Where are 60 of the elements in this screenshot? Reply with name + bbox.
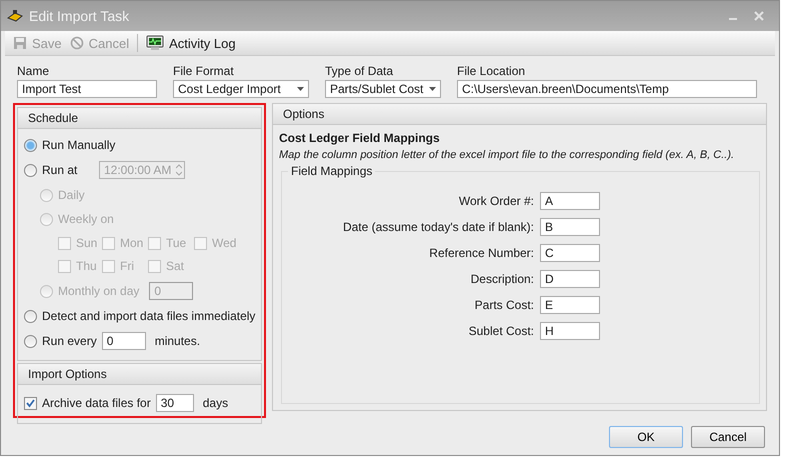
field-label: Parts Cost: <box>474 298 534 312</box>
input-field[interactable]: B <box>540 218 600 236</box>
option-label: Archive data files for <box>42 396 151 410</box>
field-label: File Location <box>457 64 526 78</box>
app-icon <box>7 9 23 23</box>
checkbox[interactable] <box>24 396 37 410</box>
dialog-button[interactable]: OK <box>609 426 683 448</box>
field-label: File Format <box>173 64 235 78</box>
field-label: Name <box>17 64 50 78</box>
window-title: Edit Import Task <box>29 8 130 24</box>
panel-header: Import Options <box>18 364 261 385</box>
section-heading: Cost Ledger Field Mappings <box>278 130 441 145</box>
panel-header: Options <box>273 104 766 125</box>
input-field[interactable]: C:\Users\evan.breen\Documents\Temp <box>457 80 757 98</box>
input-field[interactable]: Import Test <box>17 80 157 98</box>
input-field[interactable]: A <box>540 192 600 210</box>
cancel-icon <box>70 36 84 50</box>
day-label: Thu <box>76 259 97 273</box>
radio-button[interactable] <box>24 138 37 152</box>
dropdown[interactable]: Parts/Sublet Cost <box>325 80 441 98</box>
input-field[interactable]: H <box>540 322 600 340</box>
option-label: Detect and import data files immediately <box>42 309 256 323</box>
number-field[interactable]: 30 <box>156 394 194 412</box>
number-field[interactable]: 0 <box>102 332 146 350</box>
spinner-icon <box>176 164 182 176</box>
panel-header: Schedule <box>18 108 261 129</box>
group-title: Field Mappings <box>288 164 376 178</box>
monitor-icon <box>146 35 164 51</box>
day-label: Wed <box>212 236 236 250</box>
radio-button[interactable] <box>24 164 37 176</box>
field-label: Description: <box>470 272 534 286</box>
option-label: Run every <box>42 334 97 348</box>
option-label: Daily <box>58 188 85 202</box>
unit-label: days <box>202 396 228 410</box>
field-label: Sublet Cost: <box>468 324 534 338</box>
input-field[interactable]: C <box>540 244 600 262</box>
field-label: Work Order #: <box>458 194 534 208</box>
day-label: Mon <box>120 236 144 250</box>
dropdown[interactable]: Cost Ledger Import <box>173 80 309 98</box>
input-field[interactable]: D <box>540 270 600 288</box>
dialog-button[interactable]: Cancel <box>691 426 765 448</box>
log-button[interactable]: Activity Log <box>146 35 236 51</box>
radio-button[interactable] <box>24 334 37 348</box>
radio-button[interactable] <box>24 310 37 322</box>
day-label: Sun <box>76 236 98 250</box>
field-label: Type of Data <box>325 64 394 78</box>
caret-icon <box>429 87 436 91</box>
day-label: Sat <box>166 259 184 273</box>
hint-text: Map the column position letter of the excel import file to the corresponding field (ex. A, B, C..). <box>278 148 736 161</box>
option-label: Run at <box>42 163 78 177</box>
option-label: Run Manually <box>42 138 116 152</box>
caret-icon <box>297 87 304 91</box>
option-label: Weekly on <box>58 212 114 226</box>
unit-label: minutes. <box>154 334 200 348</box>
option-label: Monthly on day <box>58 284 140 298</box>
day-label: Tue <box>166 236 186 250</box>
field-label: Reference Number: <box>428 246 534 260</box>
day-label: Fri <box>120 259 134 273</box>
input-field[interactable]: E <box>540 296 600 314</box>
field-label: Date (assume today's date if blank): <box>342 220 534 234</box>
